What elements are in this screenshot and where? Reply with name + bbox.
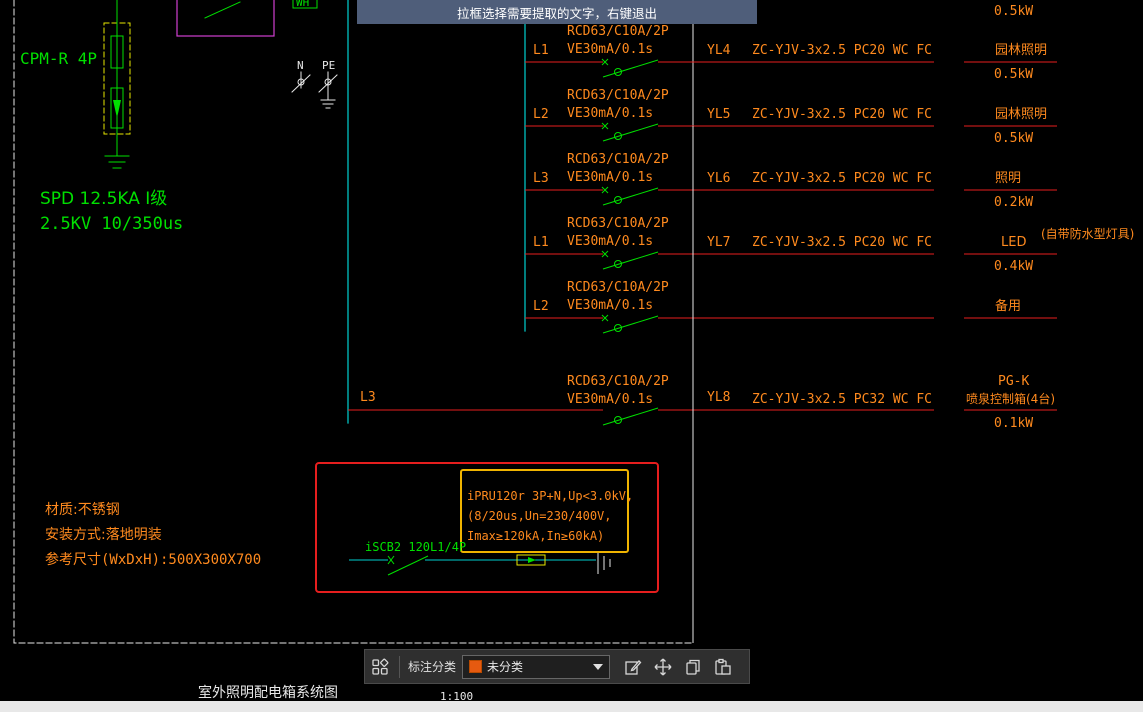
circuit-phase-label: L2 [533, 107, 549, 122]
circuit-breaker-rcd[interactable]: VE30mA/0.1s [567, 299, 653, 312]
circuit-load-name[interactable]: 园林照明 [995, 44, 1047, 57]
circuit-breaker-model[interactable]: RCD63/C10A/2P [567, 281, 669, 294]
annotation-toolbar: 标注分类 未分类 [364, 649, 750, 684]
circuit-phase-label: L3 [533, 171, 549, 186]
wh-meter-label: WH [296, 0, 310, 9]
circuit-breaker-model[interactable]: RCD63/C10A/2P [567, 89, 669, 102]
size-note: 参考尺寸(WxDxH):500X300X700 [45, 552, 262, 568]
edit-icon[interactable] [618, 652, 648, 682]
l3-breaker-model[interactable]: RCD63/C10A/2P [567, 375, 669, 388]
circuit-cable-spec[interactable]: ZC-YJV-3x2.5 PC20 WC FC [752, 108, 932, 121]
grid-apps-icon[interactable] [365, 652, 395, 682]
selection-hint-bar: 拉框选择需要提取的文字，右键退出 [357, 0, 757, 24]
circuit-id[interactable]: YL7 [707, 236, 730, 249]
circuit-id[interactable]: YL5 [707, 108, 730, 121]
l3-load-name[interactable]: PG-K [998, 375, 1029, 388]
pe-label: PE [322, 59, 336, 72]
circuit-breaker-model[interactable]: RCD63/C10A/2P [567, 25, 669, 38]
circuit-phase-label: L1 [533, 43, 549, 58]
l3-cable-spec[interactable]: ZC-YJV-3x2.5 PC32 WC FC [752, 393, 932, 406]
category-label: 标注分类 [408, 660, 457, 674]
circuit-breaker-rcd[interactable]: VE30mA/0.1s [567, 171, 653, 184]
circuit-cable-spec[interactable]: ZC-YJV-3x2.5 PC20 WC FC [752, 172, 932, 185]
spd-cpm-label: CPM-R 4P [20, 49, 98, 68]
category-color-swatch [469, 660, 483, 673]
status-strip [0, 701, 1143, 712]
category-dropdown[interactable]: 未分类 [462, 654, 611, 679]
circuit-load-name[interactable]: LED [1001, 236, 1026, 249]
l3-phase-label: L3 [360, 390, 376, 405]
spd-rating-line2: 2.5KV 10/350us [40, 214, 184, 234]
copy-icon[interactable] [678, 652, 708, 682]
circuit-breaker-model[interactable]: RCD63/C10A/2P [567, 217, 669, 230]
spd-device-breaker[interactable]: iSCB2 120L1/4P [365, 541, 466, 553]
circuit-breaker-rcd[interactable]: VE30mA/0.1s [567, 235, 653, 248]
move-icon[interactable] [648, 652, 678, 682]
circuit-cable-spec[interactable]: ZC-YJV-3x2.5 PC20 WC FC [752, 236, 932, 249]
circuit-phase-label: L1 [533, 235, 549, 250]
paste-icon[interactable] [708, 652, 738, 682]
circuit-id[interactable]: YL4 [707, 44, 730, 57]
circuit-load-power[interactable]: 0.5kW [994, 132, 1033, 145]
l3-load-desc[interactable]: 喷泉控制箱(4台) [966, 393, 1055, 405]
chevron-down-icon [593, 660, 604, 674]
circuit-phase-label: L2 [533, 299, 549, 314]
spd-device-line2[interactable]: (8/20us,Un=230/400V, [467, 510, 612, 522]
circuit-load-power[interactable]: 0.4kW [994, 260, 1033, 273]
circuit-cable-spec[interactable]: ZC-YJV-3x2.5 PC20 WC FC [752, 44, 932, 57]
circuit-load-power[interactable]: 0.5kW [994, 68, 1033, 81]
circuit-breaker-rcd[interactable]: VE30mA/0.1s [567, 107, 653, 120]
install-note: 安装方式:落地明装 [45, 527, 162, 543]
circuit-breaker-contact [602, 123, 659, 142]
toolbar-divider [399, 655, 400, 678]
drawing-title: 室外照明配电箱系统图 [198, 685, 338, 701]
spd-device-line1[interactable]: iPRU120r 3P+N,Up<3.0kV, [467, 490, 633, 502]
circuit-breaker-rcd[interactable]: VE30mA/0.1s [567, 43, 653, 56]
circuit-load-name[interactable]: 照明 [995, 172, 1021, 185]
circuit-breaker-contact [602, 315, 659, 334]
circuit-breaker-model[interactable]: RCD63/C10A/2P [567, 153, 669, 166]
l3-load-power[interactable]: 0.1kW [994, 417, 1033, 430]
circuit-breaker-contact [602, 251, 659, 270]
l3-breaker-contact [602, 407, 659, 426]
circuit-load-power[interactable]: 0.2kW [994, 196, 1033, 209]
top-power-label: 0.5kW [994, 4, 1034, 19]
circuit-load-name[interactable]: 园林照明 [995, 108, 1047, 121]
l3-circuit-id[interactable]: YL8 [707, 391, 730, 404]
circuit-breaker-contact [602, 187, 659, 206]
spd-device-line3[interactable]: Imax≥120kA,In≥60kA) [467, 530, 604, 542]
hint-text: 拉框选择需要提取的文字，右键退出 [456, 5, 657, 21]
spd-rating-line1: SPD 12.5KA I级 [40, 189, 168, 209]
neutral-label: N [297, 59, 304, 72]
circuit-load-note[interactable]: (自带防水型灯具) [1041, 228, 1134, 240]
category-selected: 未分类 [487, 660, 524, 674]
circuit-breaker-contact [602, 59, 659, 78]
circuit-load-name[interactable]: 备用 [995, 300, 1021, 313]
circuit-id[interactable]: YL6 [707, 172, 730, 185]
l3-breaker-rcd[interactable]: VE30mA/0.1s [567, 393, 653, 406]
material-note: 材质:不锈钢 [45, 502, 120, 518]
